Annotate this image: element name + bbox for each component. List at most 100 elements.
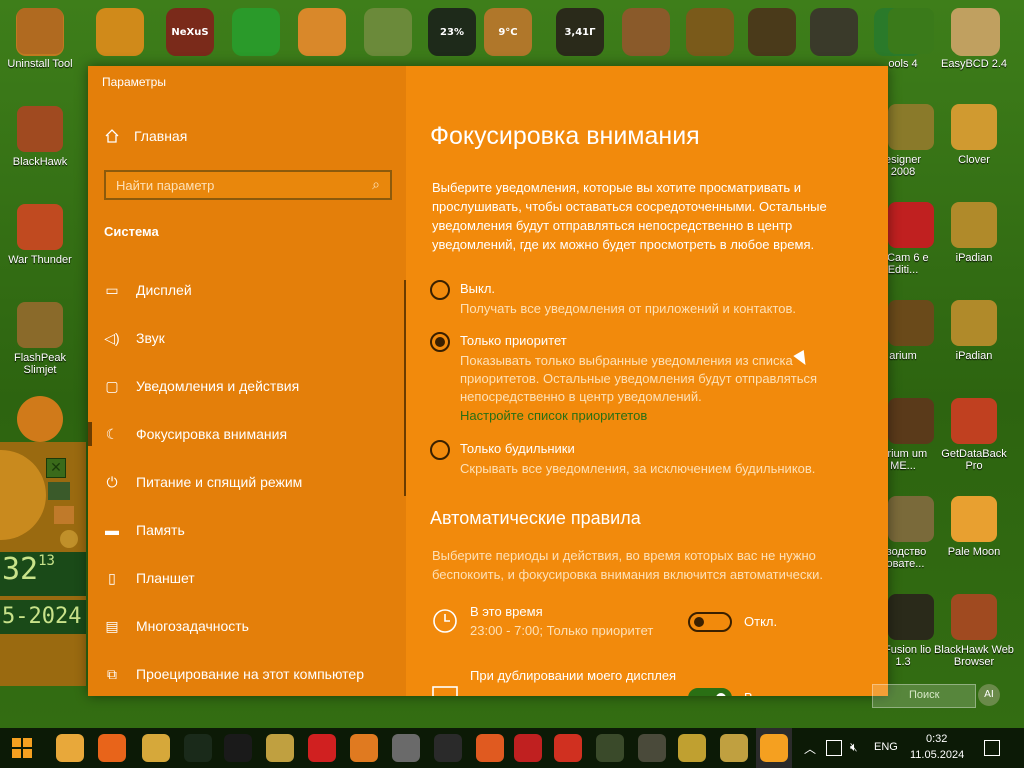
radio-priority-title: Только приоритет xyxy=(460,333,567,348)
start-button[interactable] xyxy=(12,738,32,758)
language-indicator[interactable]: ENG xyxy=(874,741,898,753)
steam-icon[interactable] xyxy=(434,734,462,762)
desktop-icon-ccleaner[interactable] xyxy=(0,396,80,446)
desktop-icon-uninstall-tool[interactable]: Uninstall Tool xyxy=(0,8,80,70)
gamepad-icon[interactable] xyxy=(596,734,624,762)
radio-option-off[interactable]: Выкл. Получать все уведомления от прилож… xyxy=(430,280,870,320)
volume-muted-icon[interactable]: 🔇︎ xyxy=(850,740,866,756)
sidebar-home[interactable]: Главная xyxy=(104,128,187,144)
desktop-icon-easybcd-desktop[interactable]: EasyBCD 2.4 xyxy=(934,8,1014,70)
zip-icon[interactable] xyxy=(266,734,294,762)
customize-priority-link[interactable]: Настройте список приоритетов xyxy=(460,408,647,423)
clock-date[interactable]: 11.05.2024 xyxy=(910,749,964,761)
notification-icon: ▢ xyxy=(105,377,119,394)
sidebar-item-display[interactable]: ▭ Дисплей xyxy=(88,266,406,314)
rule-display-toggle-label: В xyxy=(744,690,753,696)
calendar-icon[interactable] xyxy=(54,506,74,524)
tray-chevron-up-icon[interactable]: ︿ xyxy=(804,740,820,756)
desktop-icon-label: BlackHawk Web Browser xyxy=(934,644,1014,668)
clock-time[interactable]: 0:32 xyxy=(926,733,947,745)
opera-icon[interactable] xyxy=(308,734,336,762)
radio-option-priority[interactable]: Только приоритет Показывать только выбра… xyxy=(430,332,870,432)
globe-icon[interactable] xyxy=(622,8,670,56)
action-center-icon[interactable] xyxy=(984,740,1000,756)
network-icon[interactable] xyxy=(826,740,842,756)
recycle-bin-icon[interactable] xyxy=(364,8,412,56)
sidebar-item-power[interactable]: ⏻ Питание и спящий режим xyxy=(88,458,406,506)
rule-time-toggle[interactable] xyxy=(688,612,732,632)
ai-badge-icon[interactable]: AI xyxy=(978,684,1000,706)
rule-during-time[interactable]: В это время 23:00 - 7:00; Только приорит… xyxy=(430,604,870,652)
blackhawk-icon xyxy=(17,106,63,152)
timer-icon[interactable] xyxy=(60,530,78,548)
chrome-icon[interactable] xyxy=(142,734,170,762)
brave-icon[interactable] xyxy=(476,734,504,762)
radio-button-alarms[interactable] xyxy=(430,440,450,460)
desktop-icon-blackhawk[interactable]: BlackHawk xyxy=(0,106,80,168)
sidebar-item-moon[interactable]: ☾ Фокусировка внимания xyxy=(88,410,406,458)
sidebar-item-storage[interactable]: ▬ Память xyxy=(88,506,406,554)
radiation-icon[interactable] xyxy=(96,8,144,56)
rule-display-toggle[interactable] xyxy=(688,688,732,696)
rule-display-title: При дублировании моего дисплея xyxy=(470,668,677,683)
desktop-icon-clover[interactable]: Clover xyxy=(934,104,1014,166)
desktop-icon-pale-moon[interactable]: Pale Moon xyxy=(934,496,1014,558)
blackhawk-browser-icon xyxy=(951,594,997,640)
desktop-icon-war-thunder[interactable]: War Thunder xyxy=(0,204,80,266)
cpu-meter-icon[interactable]: 23% xyxy=(428,8,476,56)
video-recorder-icon[interactable] xyxy=(554,734,582,762)
windows-tile-icon[interactable] xyxy=(232,8,280,56)
power-icon[interactable] xyxy=(686,8,734,56)
app-icon xyxy=(888,594,934,640)
app-dark-2-icon[interactable] xyxy=(224,734,252,762)
desktop-icon-getdataback[interactable]: GetDataBack Pro xyxy=(934,398,1014,472)
firefox-icon[interactable] xyxy=(98,734,126,762)
top-icon-row: NeXuS 23% 9°C 3,41Г xyxy=(0,0,1024,64)
gadget-date: 5-2024 xyxy=(0,600,86,634)
taskmgr-icon[interactable] xyxy=(720,734,748,762)
desktop-icon-blackhawk-browser[interactable]: BlackHawk Web Browser xyxy=(934,594,1014,668)
u-app-icon[interactable] xyxy=(638,734,666,762)
tablet-icon: ▯ xyxy=(108,569,116,586)
sidebar-item-multitasking[interactable]: ▤ Многозадачность xyxy=(88,602,406,650)
clock-gadget-icon[interactable] xyxy=(298,8,346,56)
radio-option-alarms[interactable]: Только будильники Скрывать все уведомлен… xyxy=(430,440,870,480)
rule-duplicating-display[interactable]: При дублировании моего дисплея В xyxy=(430,668,870,696)
headphones-icon[interactable] xyxy=(748,8,796,56)
getdataback-icon xyxy=(951,398,997,444)
desktop-icon-ipadian[interactable]: iPadian xyxy=(934,202,1014,264)
memory-meter-icon[interactable]: 3,41Г xyxy=(556,8,604,56)
app-dark-1-icon[interactable] xyxy=(184,734,212,762)
file-explorer-icon[interactable] xyxy=(56,734,84,762)
sidebar-item-notification[interactable]: ▢ Уведомления и действия xyxy=(88,362,406,410)
rule-time-title: В это время xyxy=(470,604,543,619)
weather-icon[interactable]: 9°C xyxy=(484,8,532,56)
excel-icon[interactable]: ✕ xyxy=(46,458,66,478)
sidebar-item-speaker[interactable]: ◁) Звук xyxy=(88,314,406,362)
back-icon[interactable] xyxy=(48,482,70,500)
radio-button-priority[interactable] xyxy=(430,332,450,352)
camera-icon[interactable] xyxy=(810,8,858,56)
window-title: Параметры xyxy=(102,75,166,89)
radio-button-off[interactable] xyxy=(430,280,450,300)
sidebar-item-tablet[interactable]: ▯ Планшет xyxy=(88,554,406,602)
toggle-knob xyxy=(694,617,704,627)
media-player-icon[interactable] xyxy=(350,734,378,762)
top-icon-text: 9°C xyxy=(498,26,518,38)
p-app-icon[interactable] xyxy=(678,734,706,762)
vpn-icon[interactable] xyxy=(514,734,542,762)
nexus-icon[interactable]: NeXuS xyxy=(166,8,214,56)
pale-moon-icon xyxy=(951,496,997,542)
desktop-icon-slimjet[interactable]: FlashPeak Slimjet xyxy=(0,302,80,376)
mini-search-box[interactable]: Поиск xyxy=(872,684,976,708)
search-icon[interactable]: ⌕ xyxy=(372,177,380,193)
sidebar-item-label: Питание и спящий режим xyxy=(136,474,303,490)
sidebar-item-label: Фокусировка внимания xyxy=(136,426,288,442)
desktop-icon-partial[interactable]: ools 4 xyxy=(872,8,934,70)
settings-search-input[interactable] xyxy=(116,177,356,193)
sidebar-item-projection[interactable]: ⧉ Проецирование на этот компьютер xyxy=(88,650,406,696)
settings-search-box[interactable]: ⌕ xyxy=(104,170,392,200)
wot-icon[interactable] xyxy=(392,734,420,762)
settings-gear-icon[interactable] xyxy=(760,734,788,762)
desktop-icon-ipadian-2[interactable]: iPadian xyxy=(934,300,1014,362)
